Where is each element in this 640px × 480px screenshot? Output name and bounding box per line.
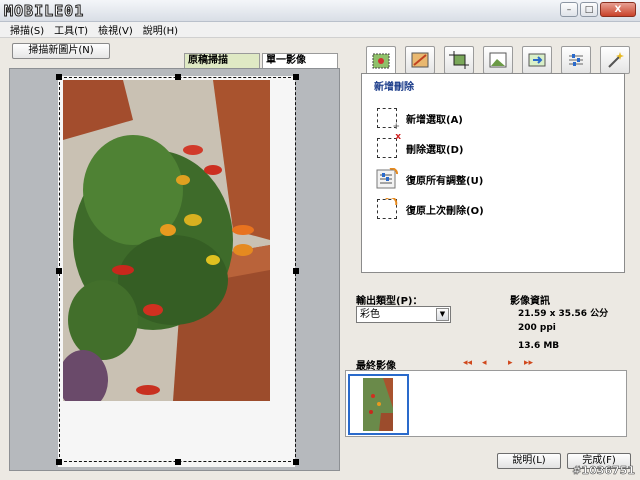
scan-new-image-button[interactable]: 掃描新圖片(N) bbox=[12, 43, 110, 59]
image-filesize: 13.6 MB bbox=[518, 341, 560, 351]
final-image-thumbnail[interactable] bbox=[348, 374, 409, 435]
delete-selection-icon: x bbox=[376, 132, 401, 159]
tab-original-scan[interactable]: 原稿掃描 bbox=[184, 53, 260, 68]
transfer-icon[interactable] bbox=[522, 46, 552, 74]
undo-last-icon bbox=[376, 198, 398, 220]
delete-selection-action[interactable]: x 刪除選取(D) bbox=[376, 132, 464, 159]
image-icon[interactable] bbox=[483, 46, 513, 74]
watermark: #1036751 bbox=[572, 464, 635, 478]
menu-help[interactable]: 說明(H) bbox=[143, 22, 178, 37]
minimize-button[interactable]: – bbox=[560, 2, 578, 17]
scan-preview-area bbox=[9, 68, 340, 471]
crop-delete-icon[interactable] bbox=[366, 46, 396, 75]
magic-wand-icon[interactable] bbox=[600, 46, 630, 74]
chevron-down-icon[interactable]: ▼ bbox=[436, 308, 449, 321]
add-selection-label: 新增選取(A) bbox=[406, 114, 463, 126]
first-page-icon[interactable]: ◂◂ bbox=[463, 358, 472, 368]
panel-title: 新增刪除 bbox=[374, 82, 414, 93]
undo-all-label: 復原所有調整(U) bbox=[406, 175, 484, 187]
crop-handle-right[interactable] bbox=[293, 268, 299, 274]
crop-handle-top-right[interactable] bbox=[293, 74, 299, 80]
crop-handle-bottom[interactable] bbox=[175, 459, 181, 465]
undo-last-label: 復原上次刪除(O) bbox=[406, 205, 484, 217]
output-type-select[interactable]: 彩色 ▼ bbox=[356, 306, 451, 323]
undo-all-action[interactable]: 復原所有調整(U) bbox=[376, 167, 484, 190]
crop-icon[interactable] bbox=[444, 46, 474, 74]
image-resolution: 200 ppi bbox=[518, 323, 556, 333]
last-page-icon[interactable]: ▸▸ bbox=[524, 358, 533, 368]
crop-handle-bottom-right[interactable] bbox=[293, 459, 299, 465]
slider-settings-icon[interactable] bbox=[561, 46, 591, 74]
app-logo: MOBILE01 bbox=[3, 2, 85, 21]
output-type-value: 彩色 bbox=[360, 309, 380, 320]
image-size: 21.59 x 35.56 公分 bbox=[518, 309, 609, 319]
menu-tools[interactable]: 工具(T) bbox=[54, 22, 88, 37]
undo-all-icon bbox=[376, 167, 398, 190]
delete-selection-label: 刪除選取(D) bbox=[406, 144, 464, 156]
crop-handle-bottom-left[interactable] bbox=[56, 459, 62, 465]
title-bar: MOBILE01 – □ X bbox=[0, 0, 640, 22]
add-selection-icon: + bbox=[376, 107, 400, 132]
menu-bar: 掃描(S) 工具(T) 檢視(V) 說明(H) bbox=[0, 22, 640, 38]
add-selection-action[interactable]: + 新增選取(A) bbox=[376, 107, 463, 132]
undo-last-action[interactable]: 復原上次刪除(O) bbox=[376, 198, 484, 220]
tab-single-image[interactable]: 單一影像 bbox=[262, 53, 338, 68]
menu-scan[interactable]: 掃描(S) bbox=[10, 22, 44, 37]
prev-page-icon[interactable]: ◂ bbox=[482, 358, 487, 368]
menu-view[interactable]: 檢視(V) bbox=[98, 22, 133, 37]
help-button[interactable]: 說明(L) bbox=[497, 453, 561, 469]
color-adjust-icon[interactable] bbox=[405, 46, 435, 74]
crop-selection[interactable] bbox=[56, 74, 299, 465]
crop-handle-left[interactable] bbox=[56, 268, 62, 274]
crop-handle-top-left[interactable] bbox=[56, 74, 62, 80]
window-controls: – □ X bbox=[560, 2, 636, 17]
output-type-label: 輸出類型(P)： bbox=[356, 296, 423, 307]
maximize-button[interactable]: □ bbox=[580, 2, 598, 17]
close-button[interactable]: X bbox=[600, 2, 636, 17]
add-delete-panel: 新增刪除 + 新增選取(A) x 刪除選取(D) 復原所有調整(U) 復原上次刪… bbox=[361, 73, 625, 273]
crop-handle-top[interactable] bbox=[175, 74, 181, 80]
next-page-icon[interactable]: ▸ bbox=[508, 358, 513, 368]
final-image-strip bbox=[345, 370, 627, 437]
image-info-title: 影像資訊 bbox=[510, 296, 550, 307]
tool-tabs bbox=[366, 46, 630, 75]
